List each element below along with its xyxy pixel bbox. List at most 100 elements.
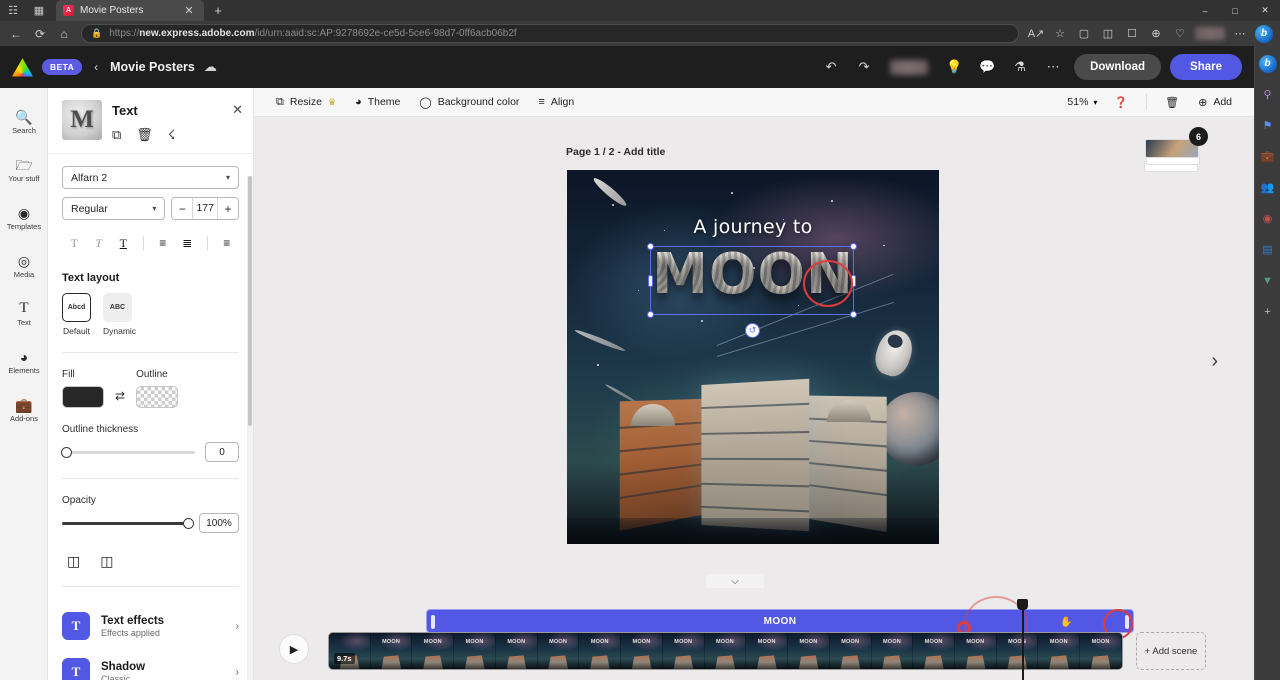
maximize-button[interactable]: □ bbox=[1220, 0, 1250, 21]
drop-icon[interactable]: ▼ bbox=[1258, 271, 1277, 290]
undo-button[interactable]: ↶ bbox=[819, 55, 843, 79]
underline-icon[interactable]: T bbox=[111, 232, 136, 254]
shopping-icon[interactable]: ⚑ bbox=[1258, 116, 1277, 135]
close-window-button[interactable]: ✕ bbox=[1250, 0, 1280, 21]
outlook-icon[interactable]: ▤ bbox=[1258, 240, 1277, 259]
copilot-sidebar-icon[interactable]: b bbox=[1258, 54, 1277, 73]
zoom-control[interactable]: 51% ▾ bbox=[1061, 92, 1103, 112]
home-button[interactable]: ⌂ bbox=[52, 23, 76, 45]
playhead-handle[interactable] bbox=[1017, 599, 1028, 610]
add-scene-button[interactable]: + Add scene bbox=[1136, 632, 1206, 670]
sidebar-item-text[interactable]: T Text bbox=[0, 290, 48, 338]
timeline-playhead[interactable] bbox=[1022, 600, 1024, 680]
adobe-express-logo-icon[interactable] bbox=[12, 58, 33, 77]
document-title[interactable]: Movie Posters bbox=[110, 60, 195, 74]
resize-handle-tl[interactable] bbox=[647, 243, 654, 250]
line-spacing-icon[interactable]: ≡ bbox=[214, 232, 239, 254]
sidebar-item-elements[interactable]: ◕ Elements bbox=[0, 338, 48, 386]
tab-actions-icon[interactable]: ☷ bbox=[0, 0, 26, 21]
resize-handle-left[interactable] bbox=[648, 275, 653, 287]
address-bar[interactable]: 🔒 https://new.express.adobe.com/id/urn:a… bbox=[81, 24, 1019, 43]
font-size-increase[interactable]: + bbox=[218, 198, 238, 219]
office-icon[interactable]: ◉ bbox=[1258, 209, 1277, 228]
text-effects-row[interactable]: T Text effects Effects applied › bbox=[62, 603, 239, 649]
comment-icon[interactable]: 💬 bbox=[975, 55, 999, 79]
outline-thickness-value[interactable]: 0 bbox=[205, 442, 239, 462]
poster-canvas[interactable]: A journey to MOON bbox=[567, 170, 939, 544]
group-icon[interactable]: ☇ bbox=[168, 127, 175, 143]
contacts-icon[interactable]: 👥 bbox=[1258, 178, 1277, 197]
resize-button[interactable]: ⧉ Resize ♛ bbox=[268, 92, 344, 113]
favorites-star-icon[interactable]: ☆ bbox=[1048, 23, 1072, 45]
collections-icon[interactable]: ▢ bbox=[1072, 23, 1096, 45]
outline-color-swatch[interactable] bbox=[136, 386, 178, 408]
resize-handle-bl[interactable] bbox=[647, 311, 654, 318]
shadow-row[interactable]: T Shadow Classic › bbox=[62, 649, 239, 680]
collapse-timeline-handle[interactable]: ⌵ bbox=[706, 574, 764, 588]
poster-subtitle-text[interactable]: A journey to bbox=[567, 216, 939, 238]
lightbulb-icon[interactable]: 💡 bbox=[942, 55, 966, 79]
close-panel-icon[interactable]: ✕ bbox=[232, 102, 243, 118]
list-icon[interactable]: ≣ bbox=[175, 232, 200, 254]
font-size-stepper[interactable]: − 177 + bbox=[171, 197, 239, 220]
split-screen-icon[interactable]: ◫ bbox=[1096, 23, 1120, 45]
theme-button[interactable]: ◕ Theme bbox=[347, 92, 408, 112]
download-button[interactable]: Download bbox=[1074, 54, 1161, 80]
favorites-bar-icon[interactable]: ☐ bbox=[1120, 23, 1144, 45]
header-back-icon[interactable]: ‹ bbox=[91, 60, 101, 74]
delete-icon[interactable]: 🗑 bbox=[136, 127, 153, 143]
read-aloud-icon[interactable]: A↗ bbox=[1024, 23, 1048, 45]
tools-icon[interactable]: 💼 bbox=[1258, 147, 1277, 166]
share-button[interactable]: Share bbox=[1170, 54, 1242, 80]
tab-close-icon[interactable]: ✕ bbox=[181, 4, 197, 17]
font-style-select[interactable]: Regular ▾ bbox=[62, 197, 165, 220]
copilot-icon[interactable]: b bbox=[1252, 23, 1276, 45]
resize-handle-tr[interactable] bbox=[850, 243, 857, 250]
bold-icon[interactable]: T bbox=[62, 232, 87, 254]
panel-scrollbar-thumb[interactable] bbox=[248, 176, 252, 426]
more-icon[interactable]: ⋯ bbox=[1041, 55, 1065, 79]
align-icon[interactable]: ≡ bbox=[150, 232, 175, 254]
tab-preview-icon[interactable]: ▦ bbox=[26, 0, 52, 21]
redo-button[interactable]: ↷ bbox=[852, 55, 876, 79]
align-button[interactable]: ≡ Align bbox=[530, 92, 582, 112]
clip-trim-handle-left[interactable] bbox=[431, 615, 435, 629]
experiments-icon[interactable]: ⚗ bbox=[1008, 55, 1032, 79]
layout-option-default[interactable]: Abcd Default bbox=[62, 293, 91, 336]
delete-page-icon[interactable]: 🗑 bbox=[1157, 92, 1187, 113]
opacity-value[interactable]: 100% bbox=[199, 513, 239, 533]
flip-icon[interactable]: ◫ bbox=[67, 553, 80, 570]
refresh-button[interactable]: ⟳ bbox=[28, 23, 52, 45]
settings-more-icon[interactable]: ⋯ bbox=[1228, 23, 1252, 45]
add-page-button[interactable]: ⊕ Add bbox=[1190, 92, 1240, 113]
duplicate-icon[interactable]: ⧉ bbox=[112, 127, 121, 143]
rotate-handle-icon[interactable]: ↺ bbox=[745, 323, 760, 338]
resize-handle-br[interactable] bbox=[850, 311, 857, 318]
sidebar-item-your-stuff[interactable]: 🗁 Your stuff bbox=[0, 146, 48, 194]
swap-colors-icon[interactable]: ⇄ bbox=[115, 389, 125, 403]
opacity-slider[interactable] bbox=[62, 522, 189, 525]
sidebar-item-add-ons[interactable]: 💼 Add-ons bbox=[0, 386, 48, 434]
browser-tab[interactable]: A Movie Posters ✕ bbox=[56, 0, 204, 21]
font-size-decrease[interactable]: − bbox=[172, 198, 192, 219]
profile-avatar-redacted[interactable] bbox=[1195, 27, 1225, 40]
page-stack-thumbnail[interactable]: 6 bbox=[1144, 136, 1202, 172]
background-color-button[interactable]: ◯ Background color bbox=[411, 92, 527, 113]
back-button[interactable]: ← bbox=[4, 23, 28, 45]
minimize-button[interactable]: – bbox=[1190, 0, 1220, 21]
page-title-label[interactable]: Page 1 / 2 - Add title bbox=[566, 146, 665, 158]
sidebar-item-media[interactable]: ◎ Media bbox=[0, 242, 48, 290]
layout-option-dynamic[interactable]: ABC Dynamic bbox=[103, 293, 136, 336]
add-sidebar-icon[interactable]: + bbox=[1258, 302, 1277, 321]
outline-thickness-slider[interactable] bbox=[62, 451, 195, 454]
scene-filmstrip[interactable]: 9.7s MOON MOON MOON MOON MOON MOON MOON … bbox=[328, 632, 1123, 670]
fill-color-swatch[interactable] bbox=[62, 386, 104, 408]
font-family-select[interactable]: Alfarn 2 ▾ bbox=[62, 166, 239, 189]
arrange-icon[interactable]: ◫ bbox=[100, 553, 113, 570]
sidebar-item-search[interactable]: 🔍 Search bbox=[0, 98, 48, 146]
help-icon[interactable]: ❓ bbox=[1106, 92, 1136, 113]
sidebar-item-templates[interactable]: ◉ Templates bbox=[0, 194, 48, 242]
add-tab-icon[interactable]: ⊕ bbox=[1144, 23, 1168, 45]
next-page-arrow[interactable]: › bbox=[1205, 344, 1224, 379]
play-button[interactable]: ▶ bbox=[279, 634, 309, 664]
